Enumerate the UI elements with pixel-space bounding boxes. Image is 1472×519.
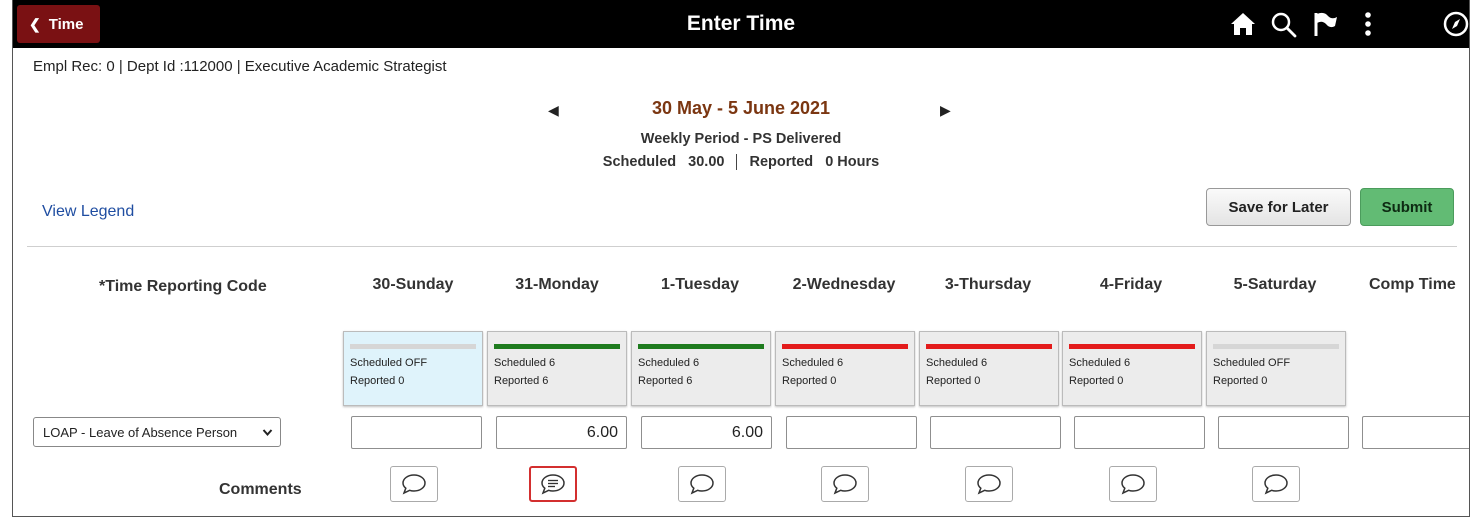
save-for-later-button[interactable]: Save for Later [1206, 188, 1351, 226]
comp-time-header: Comp Time [1369, 276, 1456, 293]
period-date-range: 30 May - 5 June 2021 [651, 98, 831, 118]
trc-select[interactable]: LOAP - Leave of Absence Person [33, 417, 281, 447]
navbar-compass-icon[interactable] [1441, 9, 1470, 39]
comment-button-tuesday[interactable] [678, 466, 726, 502]
tile-reported: Reported 0 [782, 375, 837, 387]
status-bar [1069, 344, 1195, 349]
hours-input-sunday[interactable] [351, 416, 482, 449]
reported-value: 0 Hours [825, 154, 880, 170]
more-vert-icon[interactable] [1353, 9, 1383, 39]
summary-divider [736, 154, 738, 171]
comment-button-wednesday[interactable] [821, 466, 869, 502]
comment-button-thursday[interactable] [965, 466, 1013, 502]
comment-icon [402, 474, 426, 495]
comment-icon [977, 474, 1001, 495]
tile-scheduled: Scheduled 6 [926, 357, 988, 369]
status-bar [1213, 344, 1339, 349]
hours-input-monday[interactable]: 6.00 [496, 416, 627, 449]
day-tile-saturday[interactable]: Scheduled OFF Reported 0 [1206, 331, 1346, 406]
day-header: 2-Wednesday [792, 276, 896, 293]
comment-icon [1121, 474, 1145, 495]
day-header: 30-Sunday [372, 276, 454, 293]
tile-reported: Reported 0 [926, 375, 981, 387]
trc-column-header: *Time Reporting Code [99, 278, 267, 295]
day-header: 5-Saturday [1233, 276, 1317, 293]
hours-input-comp-time[interactable] [1362, 416, 1469, 449]
day-tile-sunday[interactable]: Scheduled OFF Reported 0 [343, 331, 483, 406]
tile-reported: Reported 0 [1069, 375, 1124, 387]
comment-icon [690, 474, 714, 495]
top-bar: ❮ Time Enter Time [13, 0, 1469, 48]
enter-time-page: ❮ Time Enter Time Empl Rec: 0 | Dept Id … [12, 0, 1470, 517]
submit-button[interactable]: Submit [1360, 188, 1454, 226]
day-tile-monday[interactable]: Scheduled 6 Reported 6 [487, 331, 627, 406]
status-bar [494, 344, 620, 349]
tile-reported: Reported 6 [638, 375, 693, 387]
day-header: 4-Friday [1099, 276, 1163, 293]
comment-filled-icon [541, 474, 565, 495]
comment-button-sunday[interactable] [390, 466, 438, 502]
tile-scheduled: Scheduled OFF [1213, 357, 1291, 369]
hours-input-wednesday[interactable] [786, 416, 917, 449]
status-bar [782, 344, 908, 349]
reported-label: Reported [749, 154, 814, 170]
tile-scheduled: Scheduled 6 [782, 357, 844, 369]
tile-reported: Reported 0 [1213, 375, 1268, 387]
view-legend-link[interactable]: View Legend [42, 203, 134, 221]
status-bar [926, 344, 1052, 349]
comment-icon [1264, 474, 1288, 495]
day-header: 3-Thursday [944, 276, 1032, 293]
comment-button-saturday[interactable] [1252, 466, 1300, 502]
comments-label: Comments [219, 481, 302, 498]
hours-input-tuesday[interactable]: 6.00 [641, 416, 772, 449]
scheduled-label: Scheduled [602, 154, 677, 170]
scheduled-value: 30.00 [688, 154, 725, 170]
tile-scheduled: Scheduled 6 [1069, 357, 1131, 369]
comment-icon [833, 474, 857, 495]
tile-scheduled: Scheduled 6 [638, 357, 700, 369]
home-icon[interactable] [1228, 9, 1258, 39]
day-tile-wednesday[interactable]: Scheduled 6 Reported 0 [775, 331, 915, 406]
flag-icon[interactable] [1310, 9, 1340, 39]
hours-summary: Scheduled 30.00 Reported 0 Hours [13, 154, 1469, 171]
day-tile-tuesday[interactable]: Scheduled 6 Reported 6 [631, 331, 771, 406]
tile-reported: Reported 6 [494, 375, 549, 387]
tile-reported: Reported 0 [350, 375, 405, 387]
comment-button-friday[interactable] [1109, 466, 1157, 502]
employee-info: Empl Rec: 0 | Dept Id :112000 | Executiv… [33, 58, 447, 75]
comment-button-monday[interactable] [529, 466, 577, 502]
day-header: 1-Tuesday [661, 276, 739, 293]
hours-input-saturday[interactable] [1218, 416, 1349, 449]
period-type: Weekly Period - PS Delivered [640, 131, 842, 147]
hours-input-thursday[interactable] [930, 416, 1061, 449]
trc-select-value: LOAP - Leave of Absence Person [43, 424, 238, 440]
status-bar [638, 344, 764, 349]
tile-scheduled: Scheduled OFF [350, 357, 428, 369]
status-bar [350, 344, 476, 349]
day-header: 31-Monday [515, 276, 599, 293]
section-divider [27, 246, 1457, 247]
tile-scheduled: Scheduled 6 [494, 357, 556, 369]
search-icon[interactable] [1268, 9, 1298, 39]
hours-input-friday[interactable] [1074, 416, 1205, 449]
day-tile-thursday[interactable]: Scheduled 6 Reported 0 [919, 331, 1059, 406]
day-tile-friday[interactable]: Scheduled 6 Reported 0 [1062, 331, 1202, 406]
chevron-down-icon [262, 429, 273, 437]
